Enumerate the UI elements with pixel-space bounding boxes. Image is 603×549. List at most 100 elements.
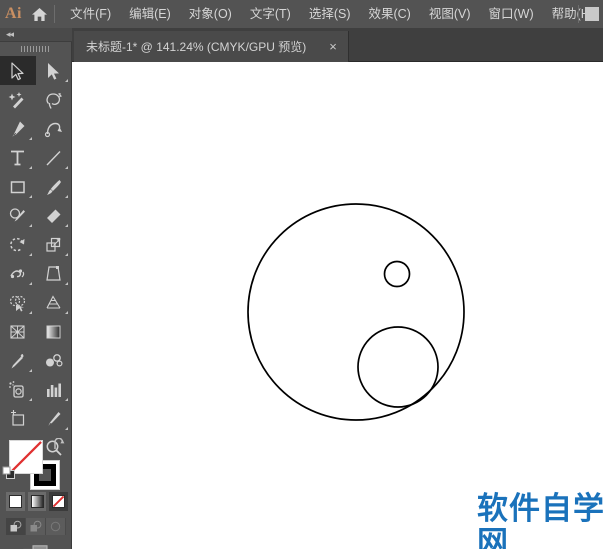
- tool-flyout-indicator: [29, 369, 32, 372]
- rotate-tool-glyph: [10, 237, 25, 251]
- blend-tool-glyph: [46, 353, 63, 367]
- shaper-tool-glyph: [9, 207, 25, 221]
- default-fill-stroke-icon[interactable]: [2, 466, 16, 480]
- artboard-canvas[interactable]: 软件自学网 WWW.RJZXW.COM: [72, 62, 603, 549]
- tool-flyout-indicator: [65, 166, 68, 169]
- menu-file[interactable]: 文件(F): [61, 0, 120, 28]
- menu-effect[interactable]: 效果(C): [359, 0, 419, 28]
- none-swatch-icon: [52, 495, 66, 508]
- tools-panel: ◂◂: [0, 28, 72, 549]
- magic-wand-tool-glyph: [8, 91, 24, 108]
- menu-right-separator: [578, 5, 579, 23]
- type-tool[interactable]: [0, 143, 36, 172]
- tool-flyout-indicator: [29, 195, 32, 198]
- tool-flyout-indicator: [65, 398, 68, 401]
- perspective-grid-tool[interactable]: [36, 288, 72, 317]
- eraser-tool[interactable]: [36, 201, 72, 230]
- default-swatch-glyph: [2, 466, 15, 479]
- menu-items: 文件(F) 编辑(E) 对象(O) 文字(T) 选择(S) 效果(C) 视图(V) 窗口(W)…: [61, 0, 603, 28]
- scale-tool[interactable]: [36, 230, 72, 259]
- free-transform-tool[interactable]: [36, 259, 72, 288]
- symbol-sprayer-tool-glyph: [9, 380, 24, 398]
- menu-select[interactable]: 选择(S): [300, 0, 360, 28]
- swap-fill-stroke-icon[interactable]: [52, 437, 66, 452]
- column-graph-tool[interactable]: [36, 375, 72, 404]
- menu-separator: [54, 5, 56, 23]
- shaper-tool[interactable]: [0, 201, 36, 230]
- symbol-sprayer-tool[interactable]: [0, 375, 36, 404]
- shape-builder-tool-glyph: [9, 295, 26, 311]
- draw-inside-mode[interactable]: [46, 518, 66, 535]
- draw-modes-row: [6, 518, 68, 536]
- color-swatch-icon: [8, 495, 22, 508]
- scale-tool-glyph: [46, 237, 61, 252]
- collapse-panel-button[interactable]: ◂◂: [0, 28, 72, 42]
- rectangle-tool[interactable]: [0, 172, 36, 201]
- gradient-tool[interactable]: [36, 317, 72, 346]
- home-icon[interactable]: [27, 0, 52, 28]
- tool-flyout-indicator: [65, 224, 68, 227]
- menu-edit[interactable]: 编辑(E): [120, 0, 180, 28]
- menu-window[interactable]: 窗口(W): [480, 0, 543, 28]
- small-circle[interactable]: [383, 260, 411, 288]
- document-tab-bar: 未标题-1* @ 141.24% (CMYK/GPU 预览) ×: [72, 28, 603, 62]
- workspace-switcher-icon[interactable]: [585, 7, 599, 21]
- tool-flyout-indicator: [29, 137, 32, 140]
- tool-flyout-indicator: [29, 224, 32, 227]
- draw-behind-mode[interactable]: [26, 518, 46, 535]
- document-tab[interactable]: 未标题-1* @ 141.24% (CMYK/GPU 预览) ×: [74, 31, 349, 62]
- rotate-tool[interactable]: [0, 230, 36, 259]
- app-logo: Ai: [4, 5, 22, 22]
- tool-flyout-indicator: [65, 253, 68, 256]
- artboard-tool[interactable]: [0, 404, 36, 433]
- tool-grid: [0, 56, 71, 462]
- lasso-tool-glyph: [46, 92, 62, 109]
- width-tool[interactable]: [0, 259, 36, 288]
- gradient-tool-glyph: [46, 325, 61, 338]
- shape-builder-tool[interactable]: [0, 288, 36, 317]
- gradient-mode-button[interactable]: [27, 492, 47, 511]
- medium-circle[interactable]: [357, 326, 439, 408]
- direct-selection-tool-glyph: [48, 62, 59, 80]
- slice-tool[interactable]: [36, 404, 72, 433]
- paintbrush-tool[interactable]: [36, 172, 72, 201]
- lasso-tool[interactable]: [36, 85, 72, 114]
- tool-flyout-indicator: [65, 195, 68, 198]
- width-tool-glyph: [10, 268, 25, 278]
- menu-bar: Ai 文件(F) 编辑(E) 对象(O) 文字(T) 选择(S) 效果(C) 视图(V) 窗口…: [0, 0, 603, 28]
- tool-flyout-indicator: [29, 282, 32, 285]
- pen-tool[interactable]: [0, 114, 36, 143]
- color-mode-button[interactable]: [6, 492, 25, 511]
- magic-wand-tool[interactable]: [0, 85, 36, 114]
- tool-flyout-indicator: [29, 253, 32, 256]
- draw-inside-icon: [50, 521, 61, 532]
- draw-normal-mode[interactable]: [6, 518, 26, 535]
- curvature-tool[interactable]: [36, 114, 72, 143]
- none-mode-button[interactable]: [49, 492, 69, 511]
- blend-tool[interactable]: [36, 346, 72, 375]
- tool-flyout-indicator: [65, 311, 68, 314]
- selection-tool-glyph: [11, 61, 24, 80]
- mesh-tool-glyph: [10, 324, 25, 339]
- close-icon[interactable]: ×: [324, 38, 342, 55]
- grip-dots-icon: [21, 46, 51, 52]
- fill-stroke-controls: [0, 436, 72, 511]
- change-screen-mode[interactable]: [0, 540, 72, 549]
- menu-view[interactable]: 视图(V): [420, 0, 480, 28]
- curvature-tool-glyph: [44, 122, 62, 137]
- line-segment-tool[interactable]: [36, 143, 72, 172]
- eyedropper-tool[interactable]: [0, 346, 36, 375]
- slice-tool-glyph: [48, 411, 61, 425]
- direct-selection-tool[interactable]: [36, 56, 72, 85]
- double-chevron-left-icon: ◂◂: [6, 29, 14, 39]
- menu-type[interactable]: 文字(T): [241, 0, 300, 28]
- perspective-grid-tool-glyph: [46, 294, 61, 309]
- rectangle-tool-glyph: [10, 180, 25, 193]
- tool-flyout-indicator: [65, 79, 68, 82]
- mesh-tool[interactable]: [0, 317, 36, 346]
- tool-flyout-indicator: [29, 398, 32, 401]
- panel-drag-handle[interactable]: [0, 42, 72, 56]
- selection-tool[interactable]: [0, 56, 36, 85]
- menu-object[interactable]: 对象(O): [180, 0, 241, 28]
- tool-flyout-indicator: [29, 311, 32, 314]
